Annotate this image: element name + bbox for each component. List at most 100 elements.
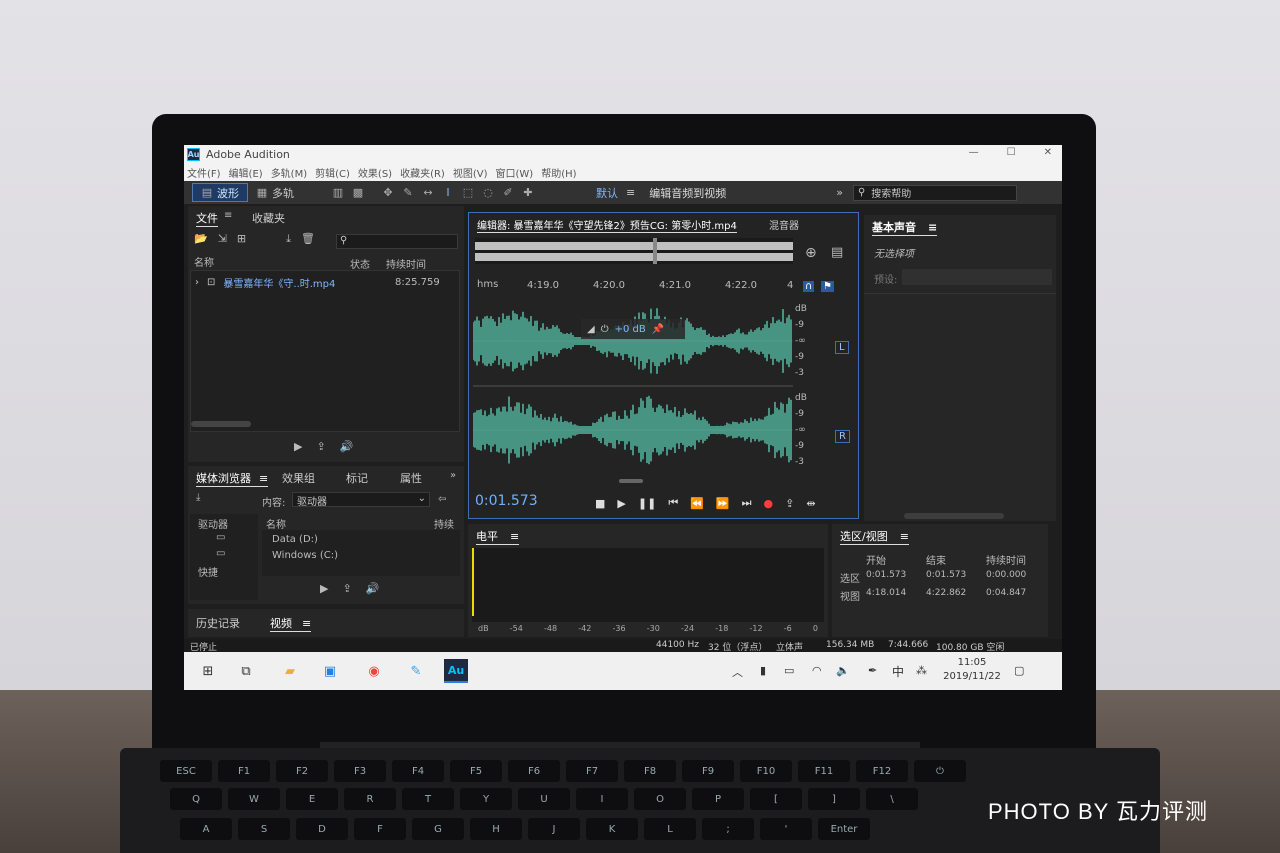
loop-icon[interactable]: ⇪ bbox=[785, 497, 794, 510]
wifi-icon[interactable]: ◠ bbox=[812, 664, 822, 677]
maximize-icon[interactable]: ☐ bbox=[1007, 147, 1016, 158]
razor-tool-icon[interactable]: ✎ bbox=[402, 186, 414, 199]
tab-media-browser[interactable]: 媒体浏览器 ≡ bbox=[196, 470, 269, 487]
workspace-edit-to-video[interactable]: 编辑音频到视频 bbox=[649, 185, 726, 201]
hud-gain-control[interactable]: ◢ ⏻ +0 dB 📌 bbox=[581, 319, 685, 339]
tab-favorites[interactable]: 收藏夹 bbox=[252, 210, 285, 226]
fast-forward-icon[interactable]: ⏩ bbox=[716, 497, 730, 510]
task-view-icon[interactable]: ⧉ bbox=[234, 659, 258, 683]
clock[interactable]: 11:05 2019/11/22 bbox=[940, 656, 1004, 684]
snap-icon[interactable]: ∩ bbox=[803, 281, 815, 292]
more-tabs-icon[interactable]: » bbox=[450, 470, 456, 481]
pen-icon[interactable]: ✒ bbox=[868, 664, 877, 677]
menu-help[interactable]: 帮助(H) bbox=[541, 165, 576, 180]
export-icon[interactable]: ⇪ bbox=[316, 440, 325, 453]
col-status[interactable]: 状态 bbox=[350, 256, 370, 271]
skip-selection-icon[interactable]: ⇹ bbox=[806, 497, 815, 510]
menu-clip[interactable]: 剪辑(C) bbox=[315, 165, 350, 180]
selection-start[interactable]: 0:01.573 bbox=[866, 570, 906, 580]
list-item[interactable]: Windows (C:) bbox=[272, 550, 338, 561]
delete-icon[interactable]: 🗑 bbox=[301, 232, 315, 246]
horizontal-scrollbar[interactable] bbox=[619, 479, 643, 483]
marquee-tool-icon[interactable]: ⬚ bbox=[462, 186, 474, 199]
view-end[interactable]: 4:22.862 bbox=[926, 588, 966, 598]
more-workspaces-icon[interactable]: » bbox=[836, 186, 843, 199]
menu-effects[interactable]: 效果(S) bbox=[358, 165, 392, 180]
go-to-end-icon[interactable]: ⏭ bbox=[742, 496, 752, 510]
pin-icon[interactable]: 📌 bbox=[652, 324, 664, 335]
overview-waveform[interactable] bbox=[475, 238, 793, 264]
tab-mixer[interactable]: 混音器 bbox=[769, 217, 799, 232]
marker-icon[interactable]: ⚑ bbox=[821, 281, 834, 292]
import-icon[interactable]: ⇲ bbox=[218, 232, 227, 246]
channel-l-toggle[interactable]: L bbox=[835, 341, 849, 354]
store-icon[interactable]: ▣ bbox=[318, 659, 342, 683]
spectral-icon[interactable]: ▥ bbox=[332, 186, 344, 199]
close-icon[interactable]: ✕ bbox=[1044, 147, 1052, 158]
record-icon[interactable]: ● bbox=[764, 497, 774, 510]
content-dropdown[interactable]: 驱动器 ⌄ bbox=[292, 492, 430, 508]
multitrack-button[interactable]: ▦ 多轨 bbox=[248, 183, 302, 202]
time-selection-tool-icon[interactable]: I bbox=[442, 186, 454, 199]
start-menu-icon[interactable]: ⊞ bbox=[196, 659, 220, 683]
pause-icon[interactable]: ❚❚ bbox=[638, 497, 656, 510]
panel-menu-icon[interactable]: ≡ bbox=[510, 530, 519, 543]
expand-icon[interactable]: › bbox=[195, 277, 199, 288]
audition-taskbar-icon[interactable]: Au bbox=[444, 659, 468, 683]
menu-multitrack[interactable]: 多轨(M) bbox=[271, 165, 307, 180]
speaker-icon[interactable]: 🔈 bbox=[836, 664, 850, 677]
move-tool-icon[interactable]: ✥ bbox=[382, 186, 394, 199]
menu-edit[interactable]: 编辑(E) bbox=[229, 165, 263, 180]
drive-icon[interactable]: ▭ bbox=[216, 548, 225, 559]
open-file-icon[interactable]: 📂 bbox=[194, 232, 208, 246]
col-duration[interactable]: 持续时间 bbox=[386, 256, 426, 271]
rewind-icon[interactable]: ⏪ bbox=[690, 497, 704, 510]
panel-menu-icon[interactable]: ≡ bbox=[928, 221, 937, 234]
download-icon[interactable]: ⤓ bbox=[196, 492, 200, 503]
view-start[interactable]: 4:18.014 bbox=[866, 588, 906, 598]
help-search-input[interactable]: ⚲ 搜索帮助 bbox=[852, 184, 1017, 201]
panel-menu-icon[interactable]: ≡ bbox=[224, 210, 232, 221]
tab-effects-rack[interactable]: 效果组 bbox=[282, 470, 315, 486]
back-icon[interactable]: ⇦ bbox=[438, 494, 446, 505]
usb-icon[interactable]: ▮ bbox=[760, 664, 766, 677]
play-icon[interactable]: ▶ bbox=[617, 497, 625, 510]
menu-file[interactable]: 文件(F) bbox=[187, 165, 221, 180]
ime-indicator[interactable]: 中 bbox=[892, 663, 904, 680]
tree-item-drives[interactable]: 驱动器 bbox=[198, 516, 228, 531]
stop-icon[interactable]: ■ bbox=[595, 497, 605, 510]
file-explorer-icon[interactable]: ▰ bbox=[278, 659, 302, 683]
channel-r-toggle[interactable]: R bbox=[835, 430, 850, 443]
tab-properties[interactable]: 属性 bbox=[400, 470, 422, 486]
healing-tool-icon[interactable]: ✚ bbox=[522, 186, 534, 199]
brush-tool-icon[interactable]: ✐ bbox=[502, 186, 514, 199]
volume-icon[interactable]: 🔊 bbox=[366, 582, 380, 595]
col-duration[interactable]: 持续 bbox=[434, 516, 454, 531]
col-name[interactable]: 名称 bbox=[194, 254, 214, 269]
view-duration[interactable]: 0:04.847 bbox=[986, 588, 1026, 598]
tab-essential-sound[interactable]: 基本声音 ≡ bbox=[872, 219, 938, 236]
insert-icon[interactable]: ⤓ bbox=[286, 232, 291, 246]
gain-knob-icon[interactable]: ⏻ bbox=[601, 324, 609, 335]
tab-selection-view[interactable]: 选区/视图 ≡ bbox=[840, 528, 909, 545]
tree-item-shortcuts[interactable]: 快捷 bbox=[198, 564, 218, 579]
workspace-menu-icon[interactable]: ≡ bbox=[626, 186, 635, 199]
volume-icon[interactable]: 🔊 bbox=[340, 440, 354, 453]
notes-app-icon[interactable]: ✎ bbox=[404, 659, 428, 683]
col-name[interactable]: 名称 bbox=[266, 516, 286, 531]
menu-favorites[interactable]: 收藏夹(R) bbox=[400, 165, 445, 180]
slip-tool-icon[interactable]: ↔ bbox=[422, 186, 434, 199]
selection-duration[interactable]: 0:00.000 bbox=[986, 570, 1026, 580]
tab-video[interactable]: 视频 ≡ bbox=[270, 615, 312, 632]
go-to-start-icon[interactable]: ⏮ bbox=[668, 496, 678, 510]
list-item[interactable]: Data (D:) bbox=[272, 534, 318, 545]
preset-dropdown[interactable] bbox=[902, 269, 1052, 285]
menu-view[interactable]: 视图(V) bbox=[453, 165, 488, 180]
minimize-icon[interactable]: — bbox=[969, 147, 979, 158]
play-preview-icon[interactable]: ▶ bbox=[320, 582, 328, 595]
essential-sound-scrollbar[interactable] bbox=[904, 513, 1004, 519]
drive-icon[interactable]: ▭ bbox=[216, 532, 225, 543]
panel-menu-icon[interactable]: ≡ bbox=[900, 530, 909, 543]
panel-menu-icon[interactable]: ≡ bbox=[302, 617, 311, 630]
chevron-up-icon[interactable]: ︿ bbox=[732, 664, 743, 680]
